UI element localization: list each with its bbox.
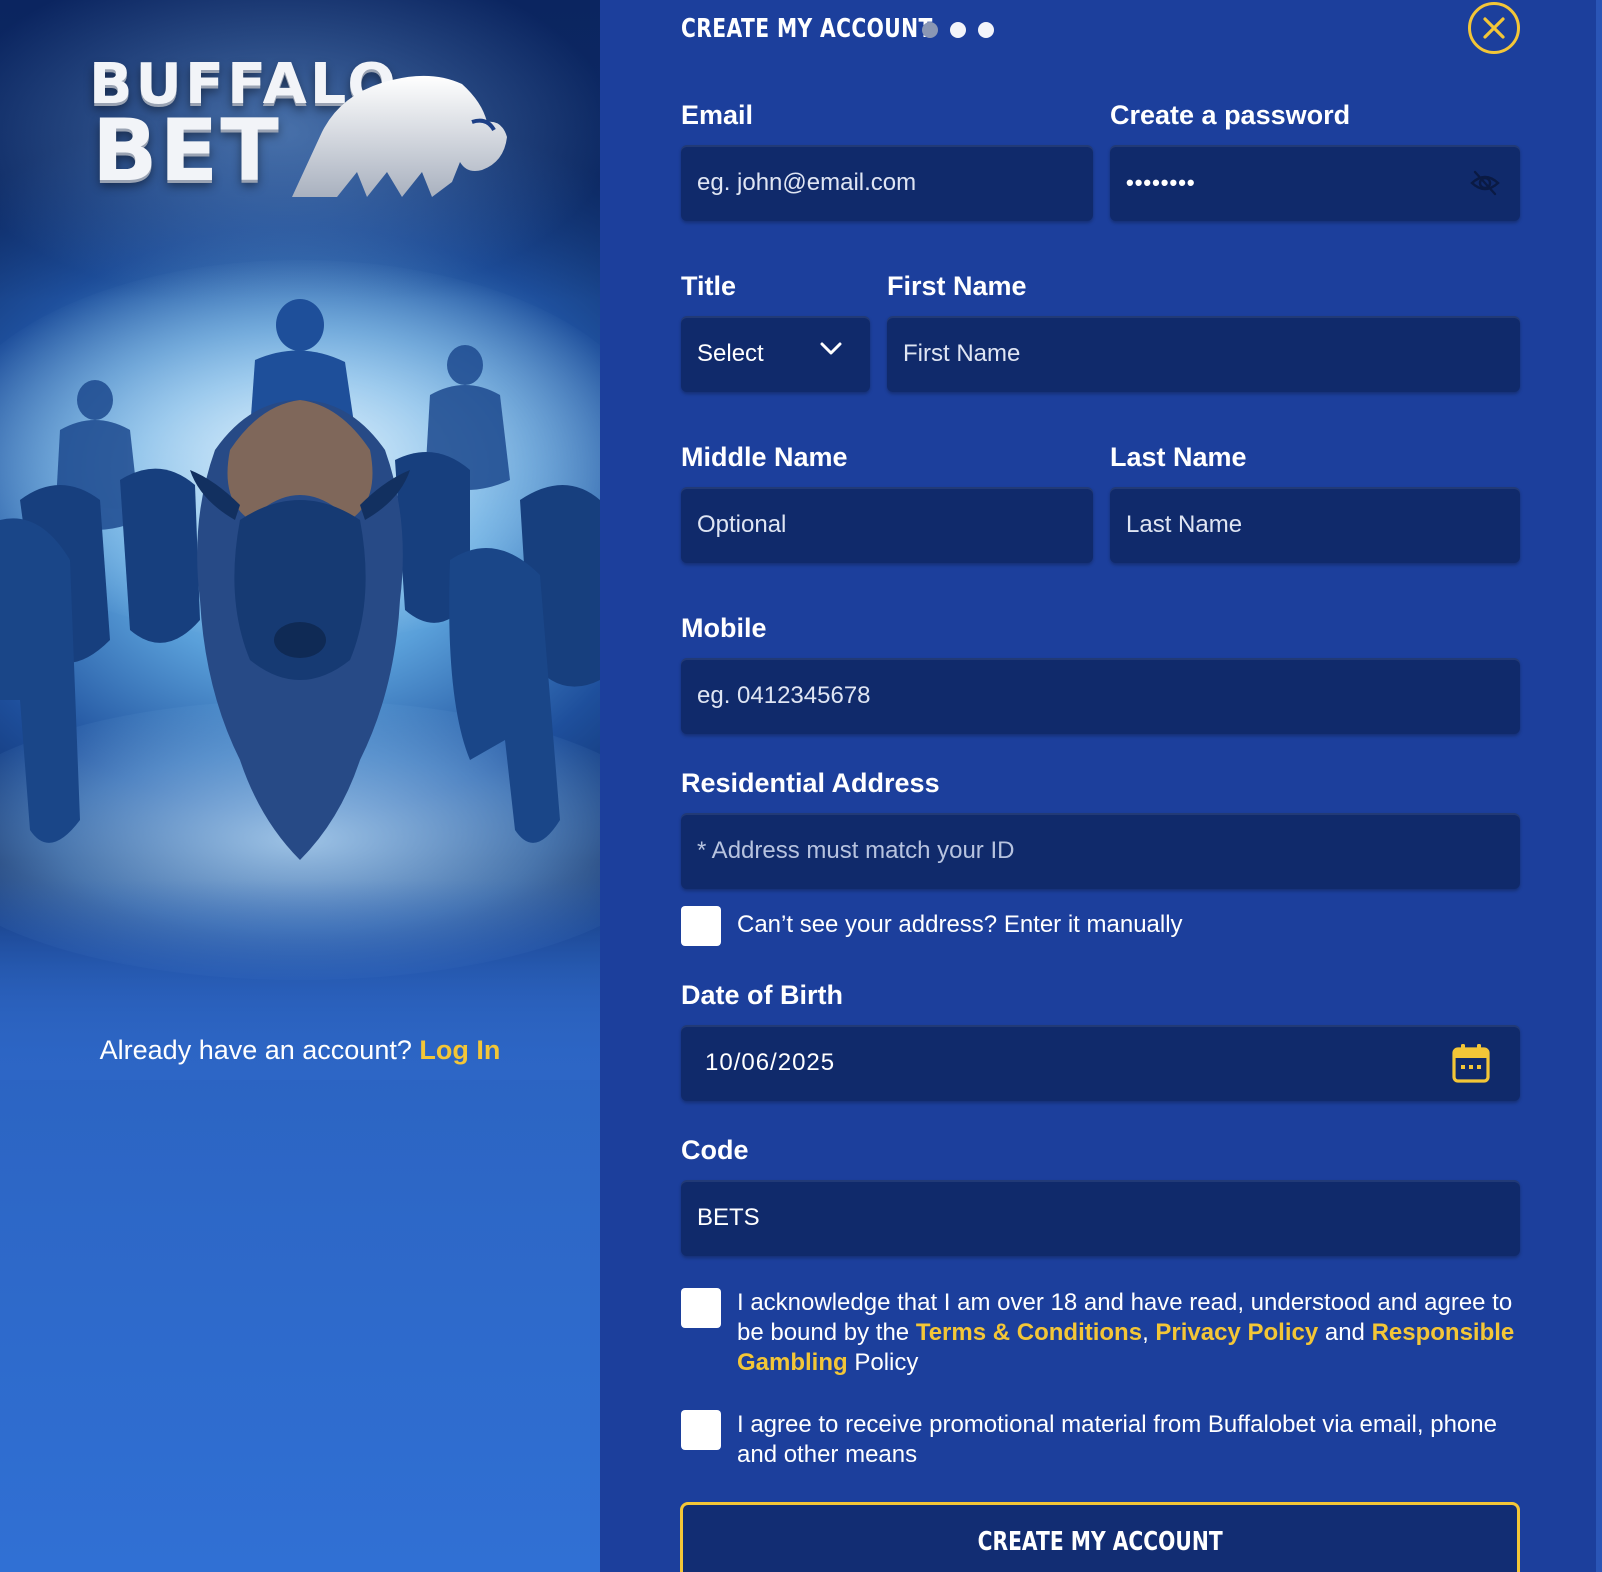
promo-label[interactable]: I agree to receive promotional material … (737, 1410, 1517, 1470)
step-dot-3 (978, 22, 994, 38)
terms-text: I acknowledge that I am over 18 and have… (737, 1288, 1517, 1378)
chevron-down-icon (820, 342, 842, 355)
terms-checkbox[interactable] (681, 1288, 721, 1328)
login-link[interactable]: Log In (419, 1035, 500, 1065)
dob-value: 10/06/2025 (705, 1049, 836, 1076)
last-name-field[interactable]: Last Name (1110, 487, 1520, 563)
terms-mid: and (1318, 1319, 1372, 1346)
create-account-button[interactable]: CREATE MY ACCOUNT (680, 1502, 1520, 1572)
email-field[interactable]: eg. john@email.com (681, 145, 1093, 221)
title-select[interactable]: Select (681, 316, 870, 392)
form-title: CREATE MY ACCOUNT (681, 14, 933, 44)
promo-checkbox[interactable] (681, 1410, 721, 1450)
code-value: BETS (697, 1204, 760, 1231)
terms-post: Policy (847, 1349, 919, 1376)
middle-name-field[interactable]: Optional (681, 487, 1093, 563)
mobile-field[interactable]: eg. 0412345678 (681, 658, 1520, 734)
calendar-icon[interactable] (1452, 1043, 1490, 1083)
terms-separator: , (1142, 1319, 1156, 1346)
code-label: Code (681, 1135, 749, 1165)
email-label: Email (681, 100, 754, 130)
manual-address-label[interactable]: Can’t see your address? Enter it manuall… (737, 910, 1183, 940)
address-placeholder: * Address must match your ID (697, 837, 1015, 864)
last-name-label: Last Name (1110, 442, 1247, 472)
buffalo-logo-icon (292, 75, 507, 197)
logo-line2: BET (92, 101, 281, 201)
password-label: Create a password (1110, 100, 1351, 130)
buffalo-bet-logo: BUFFALO BET (89, 52, 512, 212)
code-field[interactable]: BETS (681, 1180, 1520, 1256)
title-label: Title (681, 271, 737, 301)
mobile-placeholder: eg. 0412345678 (697, 682, 871, 709)
dob-label: Date of Birth (681, 980, 843, 1010)
address-label: Residential Address (681, 768, 940, 798)
address-field[interactable]: * Address must match your ID (681, 813, 1520, 889)
step-dot-2 (950, 22, 966, 38)
password-value: •••••••• (1126, 170, 1196, 195)
first-name-label: First Name (887, 271, 1027, 301)
step-dot-1 (922, 22, 938, 38)
hero-panel: BUFFALO BET Already have an account? Log… (0, 0, 600, 1572)
login-prompt-text: Already have an account? (99, 1035, 412, 1065)
terms-conditions-link[interactable]: Terms & Conditions (916, 1319, 1142, 1346)
mobile-label: Mobile (681, 613, 767, 643)
first-name-placeholder: First Name (903, 340, 1021, 367)
middle-name-label: Middle Name (681, 442, 848, 472)
eye-slash-icon[interactable] (1470, 169, 1500, 197)
title-select-value: Select (697, 340, 764, 367)
privacy-policy-link[interactable]: Privacy Policy (1155, 1319, 1318, 1346)
login-prompt: Already have an account? Log In (0, 1035, 600, 1066)
panel-scrollbar (1596, 0, 1602, 1572)
manual-address-checkbox[interactable] (681, 906, 721, 946)
close-icon (1483, 17, 1505, 39)
password-field[interactable]: •••••••• (1110, 145, 1520, 221)
email-placeholder: eg. john@email.com (697, 169, 917, 196)
create-account-button-label: CREATE MY ACCOUNT (977, 1527, 1223, 1557)
step-indicator (922, 22, 994, 38)
middle-name-placeholder: Optional (697, 511, 787, 538)
dob-field[interactable]: 10/06/2025 (681, 1025, 1520, 1101)
close-button[interactable] (1468, 2, 1520, 54)
first-name-field[interactable]: First Name (887, 316, 1520, 392)
last-name-placeholder: Last Name (1126, 511, 1243, 538)
